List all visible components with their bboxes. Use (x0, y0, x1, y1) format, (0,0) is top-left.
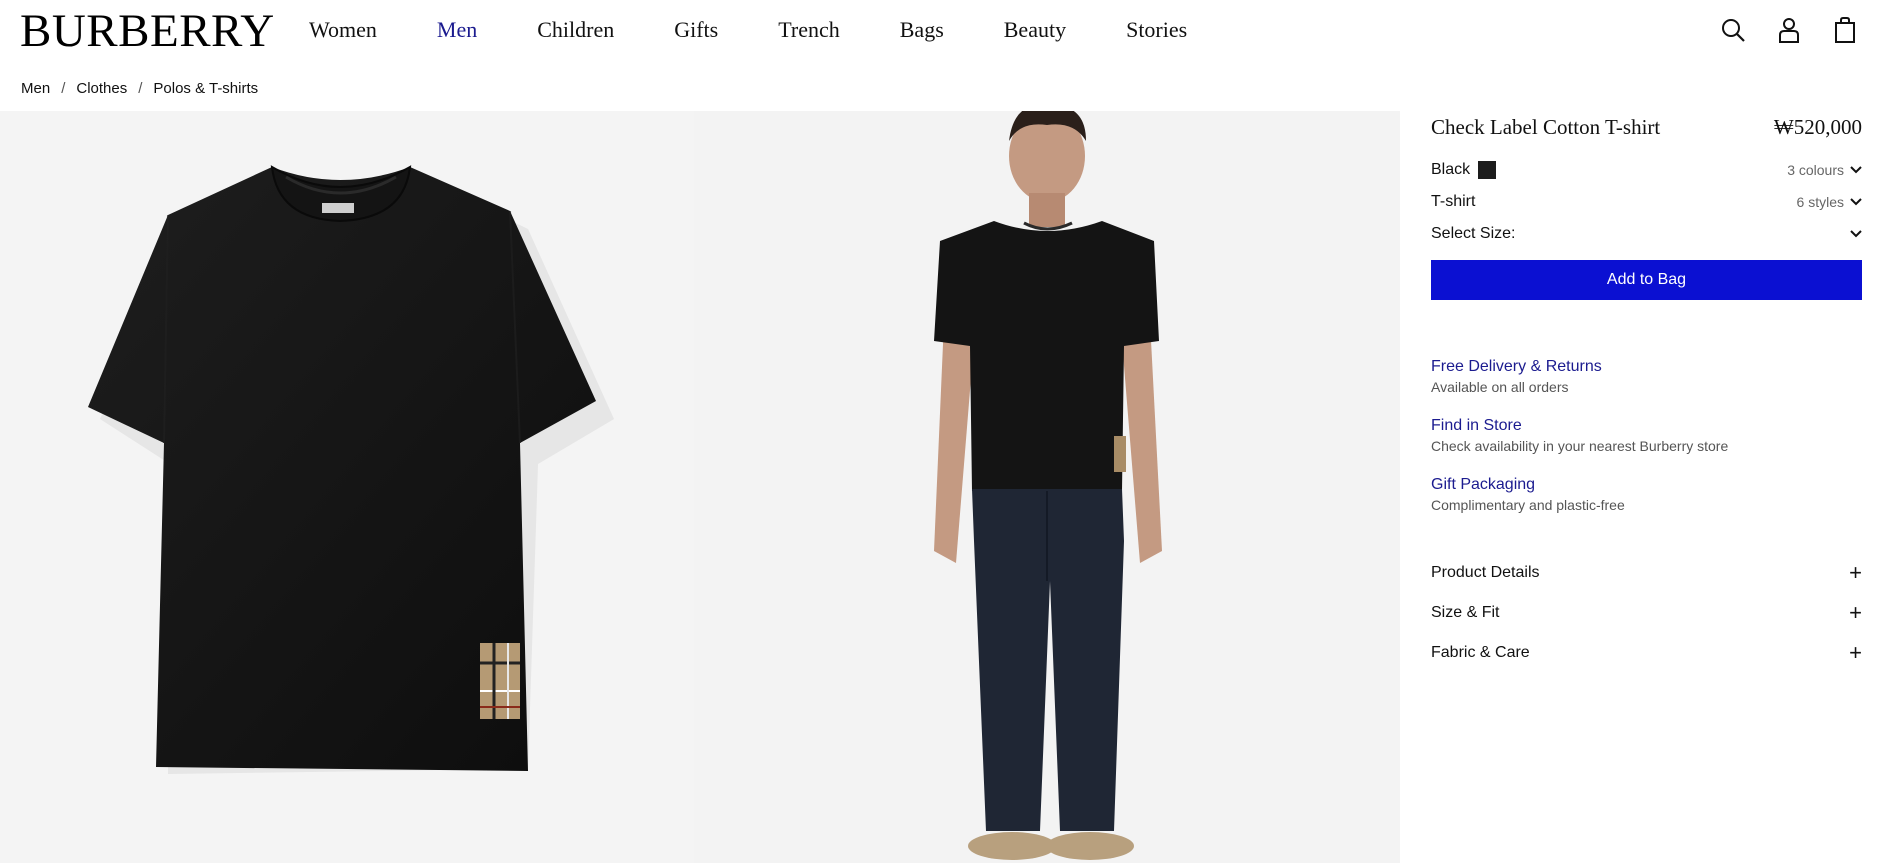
nav-item-men[interactable]: Men (437, 16, 477, 44)
delivery-returns-link[interactable]: Free Delivery & Returns (1431, 358, 1862, 376)
find-in-store-link[interactable]: Find in Store (1431, 417, 1862, 435)
gift-packaging-link[interactable]: Gift Packaging (1431, 476, 1862, 494)
product-image-flat[interactable] (0, 111, 694, 863)
service-find-in-store: Find in Store Check availability in your… (1431, 417, 1862, 454)
breadcrumb-separator: / (61, 80, 66, 97)
style-selector[interactable]: T-shirt 6 styles (1431, 186, 1862, 218)
colour-selected: Black (1431, 161, 1497, 179)
tshirt-flat-illustration (88, 165, 614, 774)
main-nav: Women Men Children Gifts Trench Bags Bea… (309, 16, 1247, 44)
chevron-down-icon (1850, 198, 1862, 206)
breadcrumb-separator: / (138, 80, 143, 97)
breadcrumb-clothes[interactable]: Clothes (76, 80, 127, 97)
nav-item-trench[interactable]: Trench (778, 16, 840, 44)
nav-item-beauty[interactable]: Beauty (1004, 16, 1066, 44)
chevron-down-icon (1850, 166, 1862, 174)
nav-item-women[interactable]: Women (309, 16, 377, 44)
chevron-down-icon (1850, 230, 1862, 238)
colour-selector[interactable]: Black 3 colours (1431, 154, 1862, 186)
nav-item-children[interactable]: Children (537, 16, 614, 44)
gift-packaging-subtitle: Complimentary and plastic-free (1431, 497, 1625, 513)
style-count: 6 styles (1796, 194, 1844, 210)
style-count-toggle[interactable]: 6 styles (1797, 194, 1862, 210)
product-title: Check Label Cotton T-shirt (1431, 115, 1661, 139)
product-price: ₩520,000 (1773, 115, 1862, 139)
colour-count-toggle[interactable]: 3 colours (1787, 162, 1862, 178)
bag-icon[interactable] (1829, 14, 1861, 46)
account-icon[interactable] (1773, 14, 1805, 46)
colour-swatch (1478, 161, 1497, 179)
accordion-label: Fabric & Care (1431, 644, 1530, 661)
check-label-patch (480, 643, 520, 719)
plus-icon: + (1849, 600, 1862, 625)
brand-logo[interactable]: BURBERRY (20, 7, 275, 55)
delivery-returns-subtitle: Available on all orders (1431, 379, 1569, 395)
accordion-label: Product Details (1431, 564, 1540, 581)
find-in-store-subtitle: Check availability in your nearest Burbe… (1431, 438, 1729, 454)
style-label: T-shirt (1431, 193, 1476, 210)
breadcrumb-polos-tshirts[interactable]: Polos & T-shirts (153, 80, 258, 97)
model-illustration (934, 111, 1162, 860)
service-delivery: Free Delivery & Returns Available on all… (1431, 358, 1862, 395)
size-selector[interactable]: Select Size: (1431, 218, 1862, 250)
nav-item-stories[interactable]: Stories (1126, 16, 1187, 44)
site-header: BURBERRY Women Men Children Gifts Trench… (0, 0, 1881, 64)
header-icons (1693, 14, 1861, 46)
breadcrumb: Men / Clothes / Polos & T-shirts (21, 80, 258, 97)
accordion-size-fit[interactable]: Size & Fit + (1431, 593, 1862, 633)
product-accordion: Product Details + Size & Fit + Fabric & … (1431, 553, 1862, 673)
accordion-label: Size & Fit (1431, 604, 1500, 621)
size-label: Select Size: (1431, 225, 1516, 242)
colour-count: 3 colours (1787, 162, 1844, 178)
accordion-product-details[interactable]: Product Details + (1431, 553, 1862, 593)
nav-item-gifts[interactable]: Gifts (674, 16, 718, 44)
nav-item-bags[interactable]: Bags (900, 16, 944, 44)
title-row: Check Label Cotton T-shirt ₩520,000 (1431, 115, 1862, 140)
accordion-fabric-care[interactable]: Fabric & Care + (1431, 633, 1862, 673)
breadcrumb-men[interactable]: Men (21, 80, 50, 97)
product-panel: Check Label Cotton T-shirt ₩520,000 Blac… (1431, 111, 1862, 673)
colour-label: Black (1431, 161, 1471, 178)
service-gift-packaging: Gift Packaging Complimentary and plastic… (1431, 476, 1862, 513)
search-icon[interactable] (1717, 14, 1749, 46)
plus-icon: + (1849, 640, 1862, 665)
product-image-model[interactable] (694, 111, 1400, 863)
add-to-bag-button[interactable]: Add to Bag (1431, 260, 1862, 300)
plus-icon: + (1849, 560, 1862, 585)
